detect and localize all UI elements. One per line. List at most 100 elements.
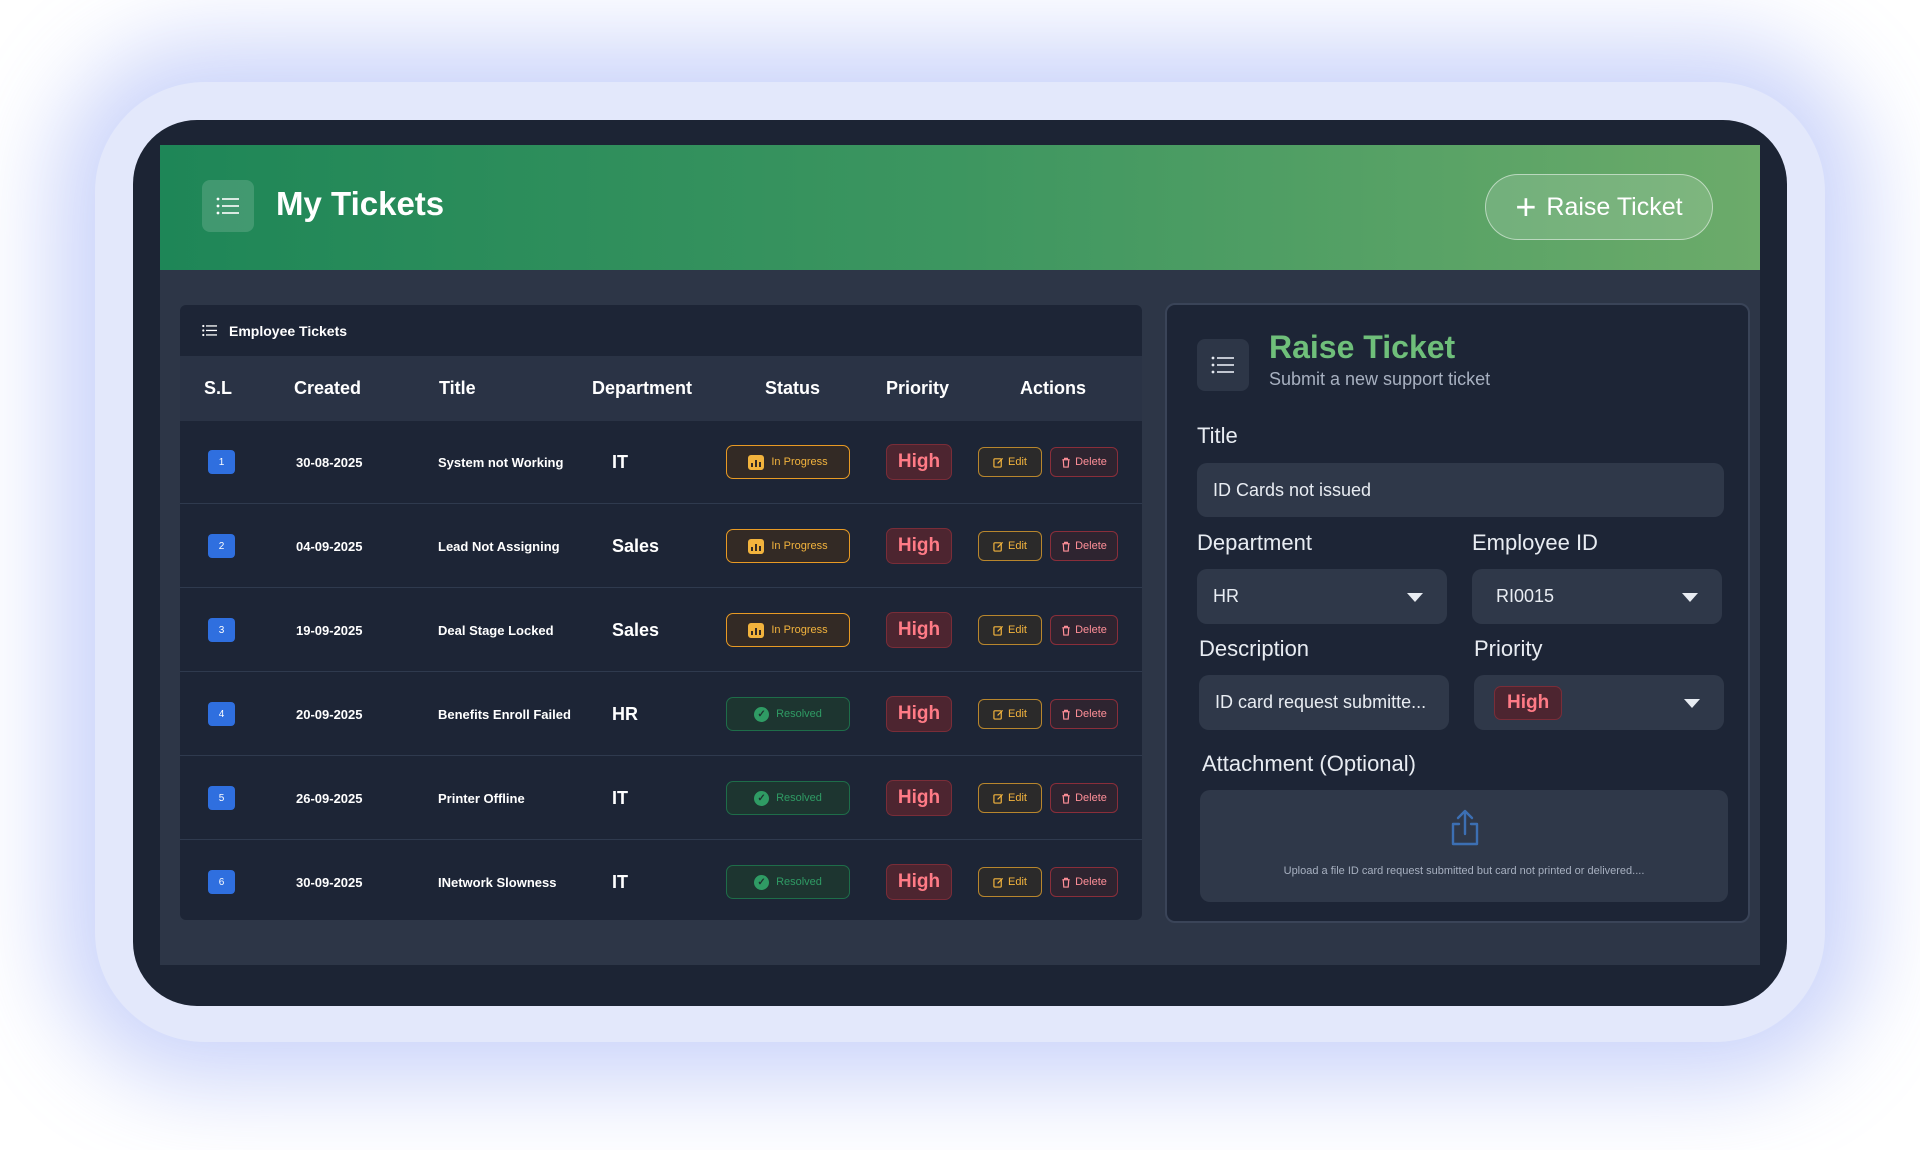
title-label: Title [1197, 423, 1238, 448]
tickets-panel: Employee Tickets S.L Created Title Depar… [180, 305, 1142, 920]
priority-label: Priority [1474, 636, 1543, 661]
priority-badge: High [886, 528, 952, 564]
priority-badge: High [886, 864, 952, 900]
edit-icon [993, 793, 1004, 804]
edit-label: Edit [1008, 708, 1027, 720]
serial-badge: 5 [208, 786, 235, 810]
ticket-title: System not Working [438, 454, 564, 470]
status-label: In Progress [771, 624, 828, 636]
tickets-panel-header: Employee Tickets [180, 305, 1142, 356]
edit-icon [993, 457, 1004, 468]
column-header[interactable]: Title [439, 356, 476, 421]
column-header[interactable]: Created [294, 356, 361, 421]
chevron-down-icon [1684, 698, 1700, 708]
employee-id-select[interactable]: RI0015 [1472, 569, 1722, 624]
status-label: In Progress [771, 456, 828, 468]
delete-button[interactable]: Delete [1050, 699, 1118, 729]
edit-icon [993, 877, 1004, 888]
priority-badge: High [886, 696, 952, 732]
edit-button[interactable]: Edit [978, 783, 1042, 813]
chevron-down-icon [1682, 592, 1698, 602]
edit-label: Edit [1008, 792, 1027, 804]
delete-button[interactable]: Delete [1050, 615, 1118, 645]
delete-button[interactable]: Delete [1050, 783, 1118, 813]
trash-icon [1062, 625, 1070, 636]
delete-label: Delete [1075, 708, 1107, 720]
edit-icon [993, 709, 1004, 720]
created-date: 04-09-2025 [296, 538, 363, 554]
created-date: 30-08-2025 [296, 454, 363, 470]
table-header: S.L Created Title Department Status Prio… [180, 356, 1142, 421]
table-row: 4 20-09-2025 Benefits Enroll Failed HR ✓… [180, 673, 1142, 756]
edit-button[interactable]: Edit [978, 699, 1042, 729]
column-header[interactable]: S.L [204, 356, 232, 421]
ticket-department: IT [612, 787, 628, 808]
raise-ticket-form: Raise Ticket Submit a new support ticket… [1165, 303, 1750, 923]
edit-button[interactable]: Edit [978, 531, 1042, 561]
column-header[interactable]: Department [592, 356, 692, 421]
edit-label: Edit [1008, 456, 1027, 468]
priority-select[interactable]: High [1474, 675, 1724, 730]
trash-icon [1062, 541, 1070, 552]
priority-badge: High [886, 780, 952, 816]
created-date: 19-09-2025 [296, 622, 363, 638]
serial-badge: 4 [208, 702, 235, 726]
trash-icon [1062, 877, 1070, 888]
raise-ticket-label: Raise Ticket [1546, 192, 1683, 221]
created-date: 26-09-2025 [296, 790, 363, 806]
form-menu-button[interactable] [1197, 339, 1249, 391]
list-icon [202, 324, 217, 337]
table-row: 2 04-09-2025 Lead Not Assigning Sales In… [180, 505, 1142, 588]
check-circle-icon: ✓ [754, 706, 770, 722]
department-value: HR [1213, 586, 1239, 606]
list-icon [216, 197, 239, 215]
column-header[interactable]: Actions [1020, 356, 1086, 421]
upload-icon [1451, 809, 1479, 846]
status-label: Resolved [776, 708, 822, 720]
ticket-title: Deal Stage Locked [438, 622, 554, 638]
table-row: 3 19-09-2025 Deal Stage Locked Sales In … [180, 589, 1142, 672]
attachment-dropzone[interactable]: Upload a file ID card request submitted … [1200, 790, 1728, 902]
chart-icon [748, 538, 765, 554]
ticket-department: Sales [612, 619, 660, 640]
delete-button[interactable]: Delete [1050, 531, 1118, 561]
raise-ticket-button[interactable]: + Raise Ticket [1485, 174, 1713, 240]
ticket-department: IT [612, 451, 628, 472]
created-date: 30-09-2025 [296, 874, 363, 890]
column-header[interactable]: Priority [886, 356, 949, 421]
priority-badge: High [1494, 685, 1563, 720]
status-label: Resolved [776, 876, 822, 888]
chart-icon [748, 454, 765, 470]
table-row: 6 30-09-2025 INetwork Slowness IT ✓ Reso… [180, 841, 1142, 920]
edit-label: Edit [1008, 876, 1027, 888]
table-row: 1 30-08-2025 System not Working IT In Pr… [180, 421, 1142, 504]
serial-badge: 3 [208, 618, 235, 642]
check-circle-icon: ✓ [754, 874, 770, 890]
edit-label: Edit [1008, 540, 1027, 552]
title-input[interactable]: ID Cards not issued [1197, 463, 1724, 517]
ticket-title: Printer Offline [438, 790, 525, 806]
employee-id-label: Employee ID [1472, 530, 1598, 555]
column-header[interactable]: Status [765, 356, 820, 421]
department-select[interactable]: HR [1197, 569, 1447, 624]
ticket-title: Lead Not Assigning [438, 538, 560, 554]
department-label: Department [1197, 530, 1312, 555]
description-input[interactable]: ID card request submitte... [1199, 675, 1449, 730]
app-screen: My Tickets + Raise Ticket Employee Ticke… [160, 145, 1760, 965]
delete-button[interactable]: Delete [1050, 447, 1118, 477]
edit-button[interactable]: Edit [978, 447, 1042, 477]
menu-button[interactable] [202, 180, 254, 232]
edit-button[interactable]: Edit [978, 615, 1042, 645]
delete-button[interactable]: Delete [1050, 867, 1118, 897]
edit-icon [993, 541, 1004, 552]
list-icon [1211, 356, 1234, 374]
status-badge: ✓ Resolved [726, 697, 850, 731]
status-badge: In Progress [726, 445, 850, 479]
attachment-label: Attachment (Optional) [1202, 751, 1416, 776]
trash-icon [1062, 709, 1070, 720]
ticket-title: INetwork Slowness [438, 874, 557, 890]
chevron-down-icon [1407, 592, 1423, 602]
delete-label: Delete [1075, 792, 1107, 804]
delete-label: Delete [1075, 876, 1107, 888]
edit-button[interactable]: Edit [978, 867, 1042, 897]
